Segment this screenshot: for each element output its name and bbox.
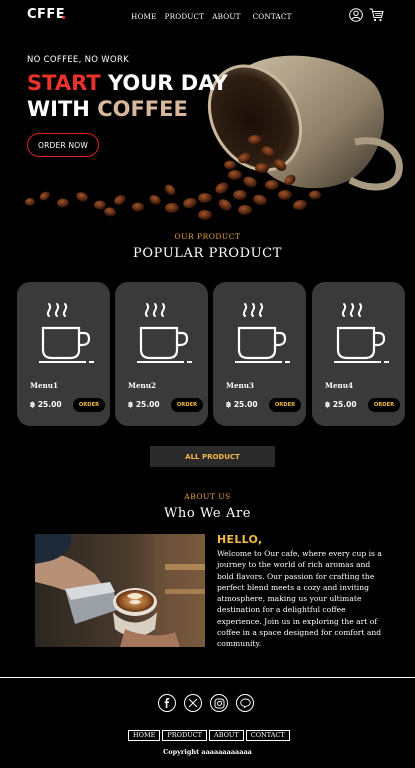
about-eyebrow: ABOUT US — [184, 492, 231, 501]
coffee-cup-icon — [39, 303, 94, 363]
hero-title-start: START — [27, 71, 101, 95]
nav-about[interactable]: ABOUT — [212, 12, 240, 21]
nav-home[interactable]: HOME — [131, 12, 157, 21]
about-title: Who We Are — [163, 506, 252, 521]
about-body: Welcome to Our cafe, where every cup is … — [217, 549, 382, 649]
nav-product[interactable]: PRODUCT — [165, 12, 205, 21]
product-card[interactable]: Menu2 ฿ 25.00 ORDER — [115, 282, 208, 426]
hero-tagline: NO COFFEE, NO WORK — [27, 55, 130, 65]
latte-art-image — [35, 534, 205, 647]
products-title: POPULAR PRODUCT — [132, 246, 282, 261]
product-price: ฿ 25.00 — [128, 400, 160, 409]
nav-contact[interactable]: CONTACT — [253, 12, 292, 21]
product-order-button[interactable]: ORDER — [73, 398, 105, 412]
footer-link-product[interactable]: PRODUCT — [162, 730, 208, 741]
hero-title-with: WITH — [27, 97, 90, 121]
hero-title-coffee: COFFEE — [97, 97, 188, 121]
product-name: Menu4 — [325, 381, 353, 390]
product-card[interactable]: Menu1 ฿ 25.00 ORDER — [17, 282, 110, 426]
footer-divider — [0, 677, 415, 678]
all-product-button[interactable]: ALL PRODUCT — [150, 446, 275, 467]
logo-dot — [62, 16, 65, 19]
hero-title: START YOUR DAY WITH COFFEE — [27, 70, 228, 122]
nav-links: HOME PRODUCT ABOUT CONTACT — [131, 12, 300, 21]
footer-link-home[interactable]: HOME — [128, 730, 161, 741]
product-name: Menu1 — [30, 381, 58, 390]
instagram-icon[interactable] — [210, 694, 228, 712]
product-price: ฿ 25.00 — [226, 400, 258, 409]
products-eyebrow: OUR PRODUCT — [174, 232, 241, 241]
cart-icon[interactable] — [369, 8, 384, 22]
product-order-button[interactable]: ORDER — [171, 398, 203, 412]
coffee-cup-icon — [334, 303, 389, 363]
about-greeting: HELLO, — [217, 533, 263, 546]
product-name: Menu2 — [128, 381, 156, 390]
product-card[interactable]: Menu4 ฿ 25.00 ORDER — [312, 282, 405, 426]
product-order-button[interactable]: ORDER — [269, 398, 301, 412]
product-card[interactable]: Menu3 ฿ 25.00 ORDER — [213, 282, 306, 426]
coffee-cup-icon — [235, 303, 290, 363]
copyright-text: Copyright aaaaaaaaaaaa — [163, 748, 252, 756]
footer-link-contact[interactable]: CONTACT — [245, 730, 290, 741]
top-nav: CFFE HOME PRODUCT ABOUT CONTACT — [0, 0, 415, 34]
footer-links: HOME PRODUCT ABOUT CONTACT — [128, 730, 292, 741]
x-icon[interactable] — [184, 694, 202, 712]
order-now-button[interactable]: ORDER NOW — [27, 133, 99, 157]
coffee-cup-icon — [137, 303, 192, 363]
footer-link-about[interactable]: ABOUT — [209, 730, 244, 741]
product-price: ฿ 25.00 — [325, 400, 357, 409]
brand-logo[interactable]: CFFE — [27, 7, 65, 22]
facebook-icon[interactable] — [158, 694, 176, 712]
line-icon[interactable] — [236, 694, 254, 712]
hero-title-your-day: YOUR DAY — [107, 71, 228, 95]
user-icon[interactable] — [349, 8, 363, 22]
product-price: ฿ 25.00 — [30, 400, 62, 409]
social-links — [158, 694, 262, 712]
product-order-button[interactable]: ORDER — [368, 398, 400, 412]
product-name: Menu3 — [226, 381, 254, 390]
